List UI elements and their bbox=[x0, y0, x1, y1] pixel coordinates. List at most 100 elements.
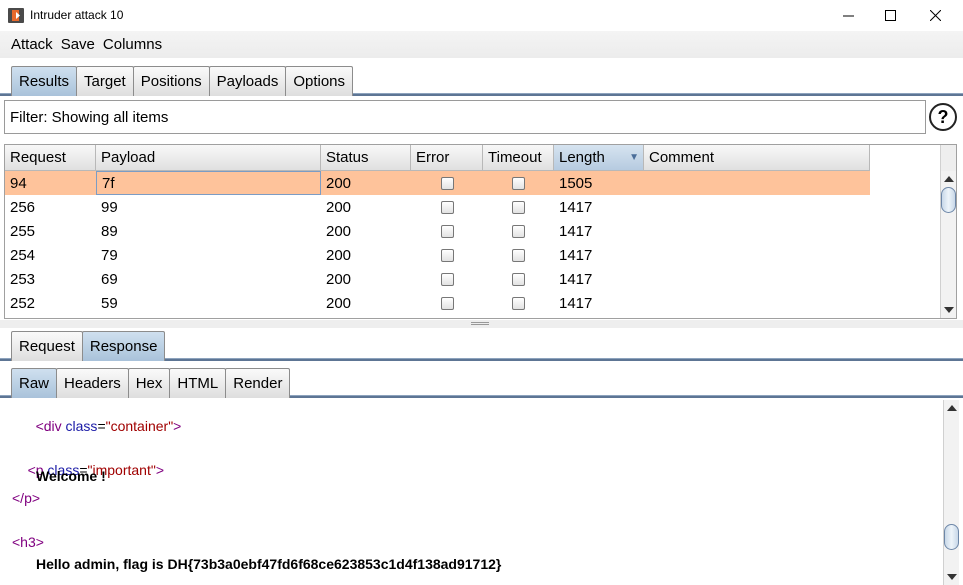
timeout-checkbox bbox=[512, 272, 525, 286]
close-icon bbox=[929, 10, 941, 21]
col-timeout[interactable]: Timeout bbox=[483, 145, 554, 171]
cell-length: 1417 bbox=[559, 246, 593, 264]
tab-headers[interactable]: Headers bbox=[56, 368, 129, 398]
flag-line: Hello admin, flag is DH{73b3a0ebf47fd6f6… bbox=[36, 556, 502, 572]
menu-attack[interactable]: Attack bbox=[6, 36, 58, 53]
scroll-up-icon[interactable] bbox=[944, 176, 954, 182]
code-line: </p> bbox=[12, 490, 41, 506]
splitter-grip-icon[interactable] bbox=[471, 322, 489, 325]
tab-response[interactable]: Response bbox=[81, 331, 166, 361]
response-scrollbar[interactable] bbox=[943, 400, 959, 585]
cell-comment bbox=[644, 195, 870, 219]
col-length[interactable]: Length ▼ bbox=[554, 145, 644, 171]
minimize-button[interactable] bbox=[825, 0, 871, 31]
col-error[interactable]: Error bbox=[411, 145, 483, 171]
table-row[interactable]: 94 7f 200 1505 bbox=[5, 171, 870, 195]
tab-raw[interactable]: Raw bbox=[11, 368, 58, 398]
error-checkbox bbox=[440, 248, 454, 262]
cell-comment bbox=[644, 243, 870, 267]
scroll-up-icon[interactable] bbox=[947, 405, 957, 411]
table-row[interactable]: 254 79 200 1417 bbox=[5, 243, 870, 267]
table-corner bbox=[940, 145, 956, 171]
cell-timeout bbox=[483, 291, 554, 315]
scroll-down-icon[interactable] bbox=[944, 307, 954, 313]
error-checkbox bbox=[440, 224, 454, 238]
col-payload[interactable]: Payload bbox=[96, 145, 321, 171]
detail-tabstrip: Request Response bbox=[0, 328, 963, 361]
table-row[interactable]: 255 89 200 1417 bbox=[5, 219, 870, 243]
cell-status: 200 bbox=[326, 198, 352, 216]
scroll-thumb[interactable] bbox=[944, 524, 959, 550]
timeout-checkbox bbox=[512, 224, 525, 238]
burp-app-icon bbox=[8, 8, 24, 23]
cell-status: 200 bbox=[326, 294, 352, 312]
tab-hex[interactable]: Hex bbox=[127, 368, 171, 398]
cell-status: 200 bbox=[326, 270, 352, 288]
response-body[interactable]: <div class="container"> <p class="import… bbox=[0, 398, 943, 585]
cell-length: 1417 bbox=[559, 222, 593, 240]
sort-descending-icon: ▼ bbox=[629, 152, 639, 163]
cell-request: 255 bbox=[10, 222, 36, 240]
tab-options[interactable]: Options bbox=[285, 66, 354, 96]
scroll-thumb[interactable] bbox=[941, 187, 956, 213]
table-row[interactable]: 256 99 200 1417 bbox=[5, 195, 870, 219]
cell-comment bbox=[644, 171, 870, 195]
error-checkbox bbox=[440, 176, 454, 190]
table-header: Request Payload Status Error Timeout Len… bbox=[5, 145, 870, 171]
col-length-label: Length bbox=[559, 149, 605, 166]
view-tabstrip: Raw Headers Hex HTML Render bbox=[0, 365, 963, 398]
help-icon: ? bbox=[937, 106, 949, 127]
tab-render[interactable]: Render bbox=[225, 368, 291, 398]
cell-error bbox=[411, 291, 483, 315]
help-button[interactable]: ? bbox=[929, 103, 957, 131]
col-status[interactable]: Status bbox=[321, 145, 411, 171]
timeout-checkbox bbox=[512, 248, 525, 262]
cell-error bbox=[411, 195, 483, 219]
cell-error bbox=[411, 243, 483, 267]
cell-status: 200 bbox=[326, 246, 352, 264]
col-comment[interactable]: Comment bbox=[644, 145, 870, 171]
table-row[interactable]: 252 59 200 1417 bbox=[5, 291, 870, 315]
cell-payload: 99 bbox=[101, 198, 118, 216]
table-scrollbar[interactable] bbox=[940, 171, 956, 318]
cell-timeout bbox=[483, 219, 554, 243]
cell-payload: 79 bbox=[101, 246, 118, 264]
menu-save[interactable]: Save bbox=[56, 36, 100, 53]
tab-target[interactable]: Target bbox=[76, 66, 134, 96]
pane-splitter[interactable] bbox=[0, 320, 963, 328]
close-button[interactable] bbox=[912, 0, 958, 31]
menu-bar: Attack Save Columns bbox=[0, 31, 963, 58]
tab-html[interactable]: HTML bbox=[169, 368, 227, 398]
maximize-icon bbox=[884, 10, 896, 21]
cell-request: 253 bbox=[10, 270, 36, 288]
menu-columns[interactable]: Columns bbox=[98, 36, 167, 53]
main-tabstrip: Results Target Positions Payloads Option… bbox=[0, 62, 963, 96]
cell-request: 94 bbox=[10, 174, 27, 192]
tab-results[interactable]: Results bbox=[11, 66, 78, 96]
title-bar: Intruder attack 10 bbox=[0, 0, 963, 31]
tab-positions[interactable]: Positions bbox=[132, 66, 210, 96]
timeout-checkbox bbox=[512, 200, 525, 214]
maximize-button[interactable] bbox=[867, 0, 913, 31]
cell-comment bbox=[644, 291, 870, 315]
cell-status: 200 bbox=[326, 174, 352, 192]
cell-timeout bbox=[483, 267, 554, 291]
cell-payload: 59 bbox=[101, 294, 118, 312]
cell-payload: 89 bbox=[101, 222, 118, 240]
error-checkbox bbox=[440, 200, 454, 214]
cell-payload: 69 bbox=[101, 270, 118, 288]
window-title: Intruder attack 10 bbox=[30, 8, 124, 22]
scroll-down-icon[interactable] bbox=[947, 574, 957, 580]
tab-request[interactable]: Request bbox=[11, 331, 83, 361]
table-row[interactable]: 253 69 200 1417 bbox=[5, 267, 870, 291]
cell-timeout bbox=[483, 171, 554, 195]
cell-length: 1417 bbox=[559, 294, 593, 312]
cell-comment bbox=[644, 219, 870, 243]
filter-bar[interactable]: Filter: Showing all items bbox=[4, 100, 926, 134]
col-request[interactable]: Request bbox=[5, 145, 96, 171]
tab-payloads[interactable]: Payloads bbox=[208, 66, 287, 96]
cell-timeout bbox=[483, 243, 554, 267]
cell-request: 252 bbox=[10, 294, 36, 312]
timeout-checkbox bbox=[512, 296, 525, 310]
error-checkbox bbox=[440, 272, 454, 286]
